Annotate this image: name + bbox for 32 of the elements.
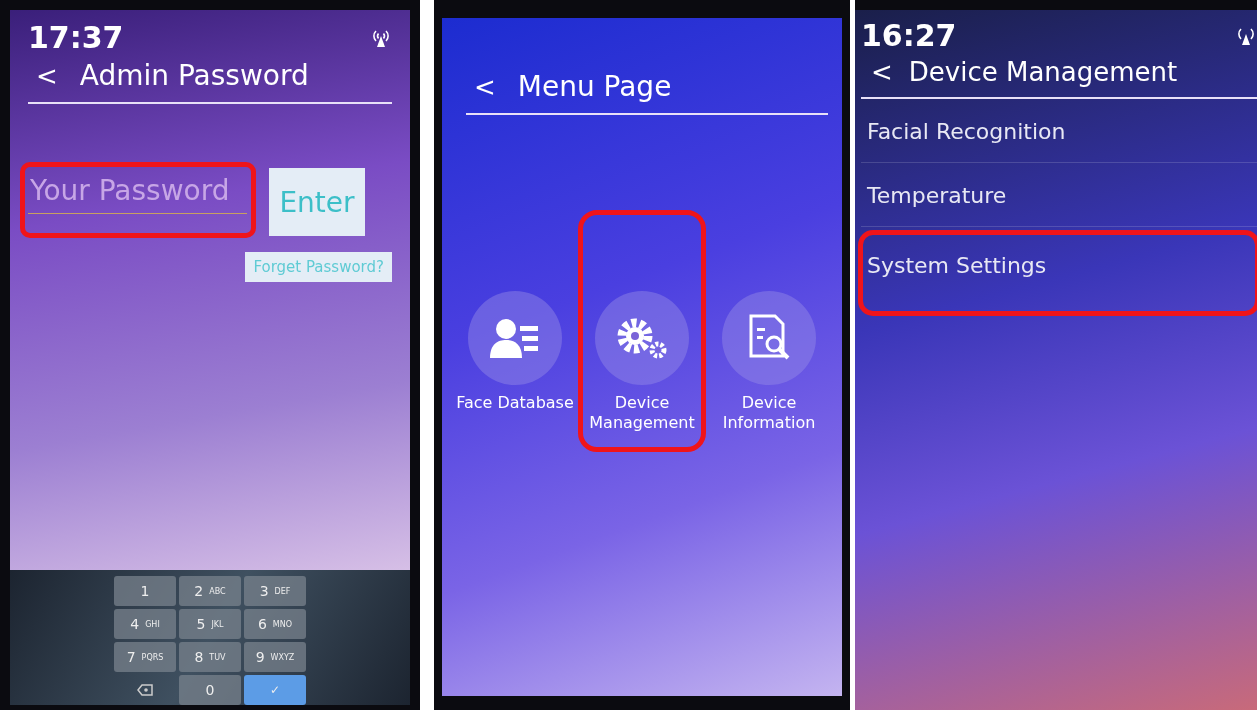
backspace-icon[interactable] — [137, 684, 153, 696]
confirm-key[interactable]: ✓ — [244, 675, 306, 705]
keypad-key[interactable]: 0 — [179, 675, 241, 705]
clock-time: 16:27 — [861, 18, 957, 53]
screen-title: Admin Password — [79, 59, 309, 92]
menu-tile[interactable]: Device Management — [583, 215, 701, 447]
password-field[interactable]: Your Password — [28, 168, 247, 214]
keypad-key[interactable]: 3 DEF — [244, 576, 306, 606]
keypad-key[interactable]: 6 MNO — [244, 609, 306, 639]
menu-tile[interactable]: Face Database — [456, 215, 574, 447]
back-button[interactable]: < — [871, 57, 893, 87]
signal-tower-icon — [370, 27, 392, 48]
keypad-key[interactable]: 1 — [114, 576, 176, 606]
menu-tile[interactable]: Device Information — [710, 215, 828, 447]
settings-list-item[interactable]: Temperature — [861, 163, 1257, 227]
keypad-key[interactable]: 4 GHI — [114, 609, 176, 639]
keypad-key[interactable]: 2 ABC — [179, 576, 241, 606]
keypad-key[interactable]: 8 TUV — [179, 642, 241, 672]
keypad-key[interactable]: 5 JKL — [179, 609, 241, 639]
person-list-icon — [490, 316, 540, 360]
settings-list-item[interactable]: System Settings — [861, 233, 1257, 313]
keypad-key[interactable]: 7 PQRS — [114, 642, 176, 672]
signal-tower-icon — [1235, 25, 1257, 46]
back-button[interactable]: < — [36, 60, 58, 91]
clock-time: 17:37 — [28, 20, 124, 55]
screen-title: Menu Page — [517, 70, 672, 103]
screen-title: Device Management — [908, 57, 1178, 87]
settings-list-item[interactable]: Facial Recognition — [861, 99, 1257, 163]
back-button[interactable]: < — [474, 71, 496, 102]
gears-icon — [615, 316, 669, 360]
keypad-key[interactable]: 9 WXYZ — [244, 642, 306, 672]
document-search-icon — [747, 314, 791, 362]
